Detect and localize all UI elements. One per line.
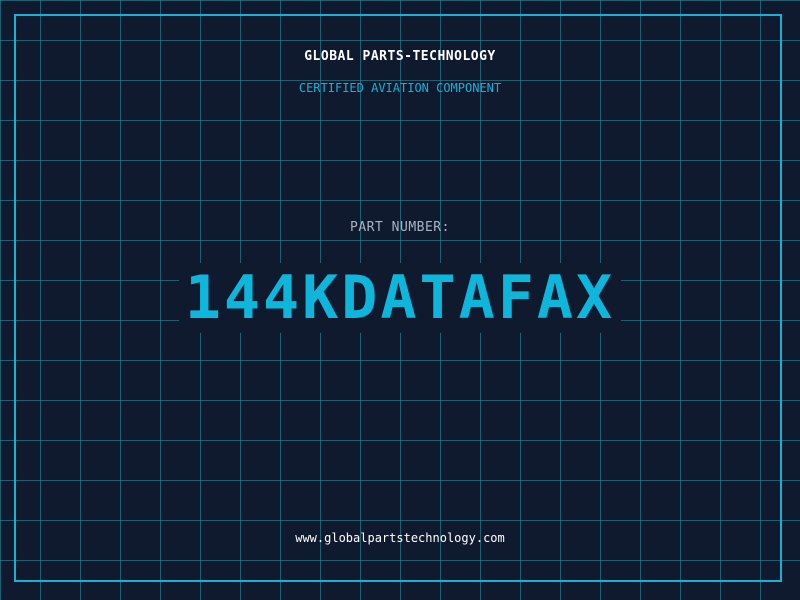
- part-number-display: 144KDATAFAX: [0, 258, 800, 338]
- part-card: GLOBAL PARTS-TECHNOLOGY CERTIFIED AVIATI…: [0, 0, 800, 600]
- certification-subtitle: CERTIFIED AVIATION COMPONENT: [298, 81, 502, 95]
- company-name: GLOBAL PARTS-TECHNOLOGY: [304, 49, 496, 64]
- part-number-label: PART NUMBER:: [350, 220, 450, 235]
- part-number-value: 144KDATAFAX: [178, 263, 622, 333]
- website-url[interactable]: www.globalpartstechnology.com: [0, 531, 800, 545]
